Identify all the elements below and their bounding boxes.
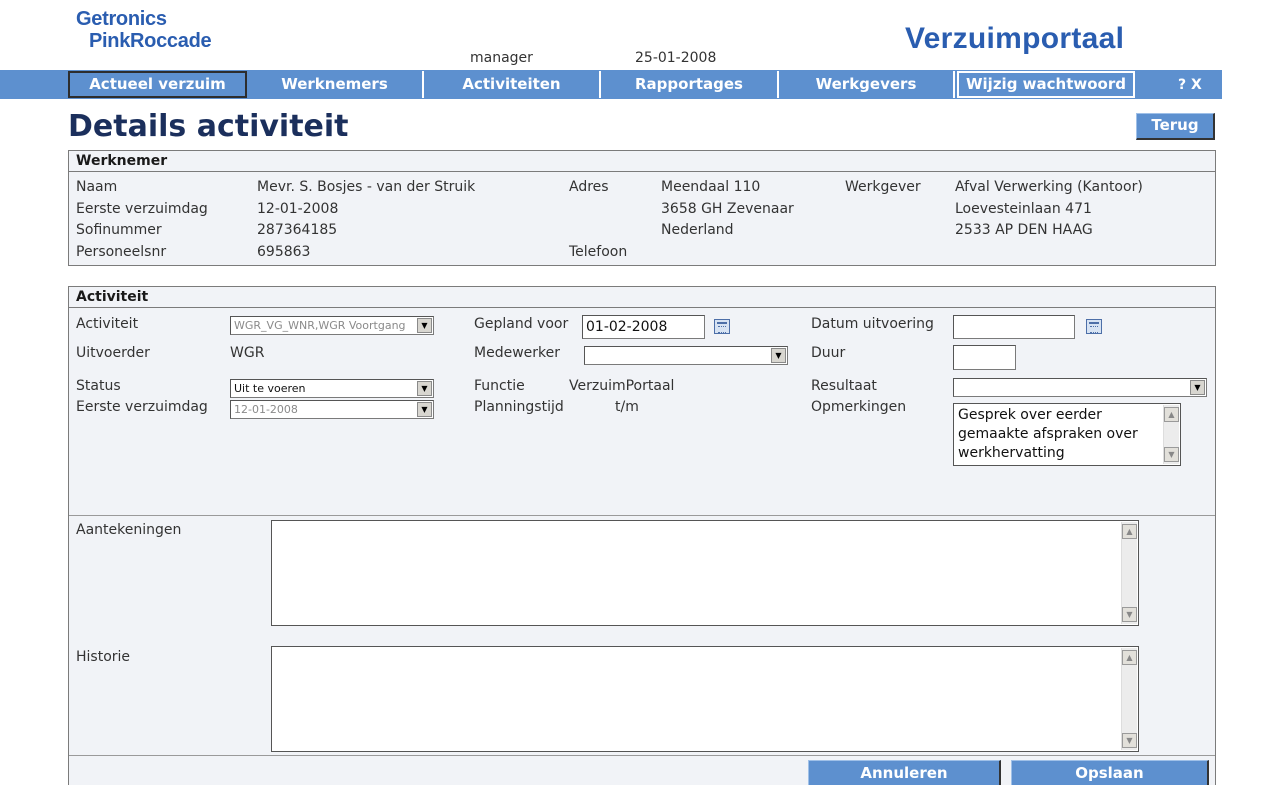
- value-sofinummer: 287364185: [257, 222, 338, 238]
- gepland-voor-input[interactable]: 01-02-2008: [582, 315, 705, 339]
- label-gepland-voor: Gepland voor: [474, 316, 569, 332]
- value-werkgever-line2: Loevesteinlaan 471: [955, 201, 1092, 217]
- scrollbar[interactable]: ▲ ▼: [1121, 522, 1137, 624]
- value-werkgever-line3: 2533 AP DEN HAAG: [955, 222, 1093, 238]
- logo-line2: PinkRoccade: [89, 30, 212, 52]
- value-adres-line3: Nederland: [661, 222, 734, 238]
- nav-werkgevers[interactable]: Werkgevers: [779, 71, 955, 98]
- save-button[interactable]: Opslaan: [1011, 760, 1209, 785]
- opmerkingen-text: Gesprek over eerder gemaakte afspraken o…: [958, 407, 1138, 461]
- scrollbar[interactable]: ▲ ▼: [1163, 405, 1179, 464]
- value-uitvoerder: WGR: [230, 345, 265, 361]
- logo-line1: Getronics: [76, 8, 167, 30]
- werknemer-panel: Werknemer Naam Eerste verzuimdag Sofinum…: [68, 150, 1216, 266]
- activiteit-panel: Activiteit Activiteit WGR_VG_WNR,WGR Voo…: [68, 286, 1216, 785]
- cancel-button[interactable]: Annuleren: [808, 760, 1001, 785]
- scroll-down-icon[interactable]: ▼: [1122, 733, 1137, 748]
- scrollbar[interactable]: ▲ ▼: [1121, 648, 1137, 750]
- current-date: 25-01-2008: [635, 50, 717, 66]
- eerste-verzuimdag-select-value: 12-01-2008: [234, 403, 298, 416]
- label-naam: Naam: [76, 179, 118, 195]
- label-opmerkingen: Opmerkingen: [811, 399, 907, 415]
- label-activiteit: Activiteit: [76, 316, 139, 332]
- dropdown-arrow-icon: ▼: [417, 318, 432, 333]
- value-functie: VerzuimPortaal: [569, 378, 675, 394]
- value-adres-line2: 3658 GH Zevenaar: [661, 201, 794, 217]
- value-naam: Mevr. S. Bosjes - van der Struik: [257, 179, 476, 195]
- label-sofinummer: Sofinummer: [76, 222, 162, 238]
- label-datum-uitvoering: Datum uitvoering: [811, 316, 934, 332]
- label-telefoon: Telefoon: [569, 244, 628, 260]
- scroll-down-icon[interactable]: ▼: [1164, 447, 1179, 462]
- activiteit-select-value: WGR_VG_WNR,WGR Voortgang: [234, 319, 406, 332]
- label-personeelsnr: Personeelsnr: [76, 244, 167, 260]
- medewerker-select[interactable]: ▼: [584, 346, 788, 365]
- label-functie: Functie: [474, 378, 525, 394]
- eerste-verzuimdag-select: 12-01-2008 ▼: [230, 400, 434, 419]
- label-duur: Duur: [811, 345, 846, 361]
- help-close-links[interactable]: ? X: [1178, 71, 1202, 99]
- value-eerste-verzuimdag: 12-01-2008: [257, 201, 339, 217]
- label-adres: Adres: [569, 179, 609, 195]
- scroll-up-icon[interactable]: ▲: [1164, 407, 1179, 422]
- nav-wijzig-wachtwoord[interactable]: Wijzig wachtwoord: [957, 71, 1135, 98]
- value-personeelsnr: 695863: [257, 244, 311, 260]
- back-button[interactable]: Terug: [1136, 113, 1215, 140]
- logged-in-user: manager: [470, 50, 533, 66]
- scroll-up-icon[interactable]: ▲: [1122, 650, 1137, 665]
- label-resultaat: Resultaat: [811, 378, 877, 394]
- scroll-down-icon[interactable]: ▼: [1122, 607, 1137, 622]
- label-historie: Historie: [76, 649, 131, 665]
- label-eerste-verzuimdag-act: Eerste verzuimdag: [76, 399, 208, 415]
- historie-textarea[interactable]: ▲ ▼: [271, 646, 1139, 752]
- label-werkgever: Werkgever: [845, 179, 921, 195]
- aantekeningen-textarea[interactable]: ▲ ▼: [271, 520, 1139, 626]
- label-eerste-verzuimdag: Eerste verzuimdag: [76, 201, 208, 217]
- datum-uitvoering-input[interactable]: [953, 315, 1075, 339]
- section-divider: [69, 515, 1215, 516]
- calendar-icon[interactable]: [1086, 319, 1102, 334]
- dropdown-arrow-icon[interactable]: ▼: [771, 348, 786, 363]
- status-select[interactable]: Uit te voeren ▼: [230, 379, 434, 398]
- calendar-icon[interactable]: [714, 319, 730, 334]
- werknemer-heading: Werknemer: [69, 151, 1215, 172]
- label-status: Status: [76, 378, 121, 394]
- nav-actueel-verzuim[interactable]: Actueel verzuim: [68, 71, 247, 98]
- duur-input[interactable]: [953, 345, 1016, 370]
- value-adres-line1: Meendaal 110: [661, 179, 761, 195]
- getronics-logo: Getronics PinkRoccade: [76, 8, 266, 68]
- portal-title: Verzuimportaal: [905, 22, 1125, 55]
- label-uitvoerder: Uitvoerder: [76, 345, 150, 361]
- nav-activiteiten[interactable]: Activiteiten: [424, 71, 601, 98]
- section-divider: [69, 755, 1215, 756]
- resultaat-select[interactable]: ▼: [953, 378, 1207, 397]
- activiteit-select: WGR_VG_WNR,WGR Voortgang ▼: [230, 316, 434, 335]
- value-planningstijd: t/m: [615, 399, 639, 415]
- status-select-value: Uit te voeren: [234, 382, 306, 395]
- scroll-up-icon[interactable]: ▲: [1122, 524, 1137, 539]
- label-aantekeningen: Aantekeningen: [76, 522, 182, 538]
- nav-werknemers[interactable]: Werknemers: [247, 71, 424, 98]
- dropdown-arrow-icon[interactable]: ▼: [417, 381, 432, 396]
- page-title: Details activiteit: [68, 109, 349, 144]
- dropdown-arrow-icon[interactable]: ▼: [1190, 380, 1205, 395]
- main-nav: Actueel verzuim Werknemers Activiteiten …: [0, 70, 1222, 99]
- opmerkingen-textarea[interactable]: Gesprek over eerder gemaakte afspraken o…: [953, 403, 1181, 466]
- label-planningstijd: Planningstijd: [474, 399, 564, 415]
- dropdown-arrow-icon: ▼: [417, 402, 432, 417]
- nav-rapportages[interactable]: Rapportages: [601, 71, 779, 98]
- label-medewerker: Medewerker: [474, 345, 560, 361]
- activiteit-heading: Activiteit: [69, 287, 1215, 308]
- value-werkgever-line1: Afval Verwerking (Kantoor): [955, 179, 1143, 195]
